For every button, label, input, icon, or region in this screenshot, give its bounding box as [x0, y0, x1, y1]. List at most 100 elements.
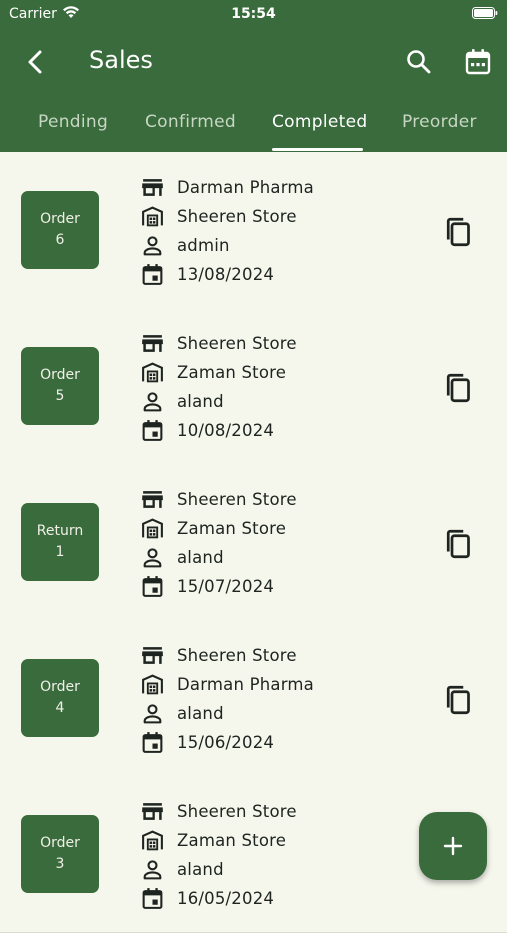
event-icon	[142, 575, 163, 597]
order-card[interactable]: Order 6 Darman Pharma Sheeren Store admi…	[0, 152, 507, 309]
order-date: 10/08/2024	[177, 420, 275, 440]
copy-icon[interactable]	[440, 214, 476, 250]
storefront-icon	[142, 646, 163, 664]
user-row: aland	[140, 387, 224, 415]
badge-number: 5	[55, 388, 65, 404]
user-name: aland	[177, 547, 224, 567]
user-row: aland	[140, 543, 224, 571]
badge-number: 1	[55, 544, 65, 560]
from-store: Sheeren Store	[177, 333, 297, 353]
active-tab-indicator	[272, 148, 363, 151]
warehouse-icon	[142, 674, 163, 694]
event-icon	[142, 731, 163, 753]
badge-type: Order	[40, 211, 80, 227]
page-title: Sales	[89, 46, 153, 74]
storefront-icon	[142, 178, 163, 196]
back-arrow-icon[interactable]	[20, 46, 52, 78]
from-store: Sheeren Store	[177, 801, 297, 821]
event-icon	[142, 263, 163, 285]
search-icon[interactable]	[403, 46, 435, 78]
date-row: 10/08/2024	[140, 416, 274, 444]
order-badge: Order 3	[21, 815, 99, 893]
badge-type: Order	[40, 679, 80, 695]
to-row: Darman Pharma	[140, 670, 314, 698]
battery-icon	[472, 7, 498, 19]
from-row: Sheeren Store	[140, 329, 297, 357]
order-date: 15/07/2024	[177, 576, 275, 596]
warehouse-icon	[142, 518, 163, 538]
order-badge: Order 6	[21, 191, 99, 269]
plus-icon	[443, 836, 463, 856]
to-row: Zaman Store	[140, 514, 286, 542]
from-row: Sheeren Store	[140, 641, 297, 669]
add-order-button[interactable]	[419, 812, 487, 880]
date-row: 15/07/2024	[140, 572, 274, 600]
person-icon	[143, 859, 162, 879]
user-name: aland	[177, 859, 224, 879]
order-badge: Order 5	[21, 347, 99, 425]
user-row: aland	[140, 699, 224, 727]
date-row: 15/06/2024	[140, 728, 274, 756]
order-date: 16/05/2024	[177, 888, 275, 908]
to-store: Zaman Store	[177, 362, 287, 382]
badge-number: 6	[55, 232, 65, 248]
person-icon	[143, 703, 162, 723]
to-row: Sheeren Store	[140, 202, 297, 230]
warehouse-icon	[142, 830, 163, 850]
to-store: Darman Pharma	[177, 674, 314, 694]
order-badge: Return 1	[21, 503, 99, 581]
from-row: Sheeren Store	[140, 797, 297, 825]
tab-completed[interactable]: Completed	[272, 112, 367, 132]
user-name: aland	[177, 391, 224, 411]
tab-pending[interactable]: Pending	[38, 112, 108, 132]
order-card[interactable]: Order 4 Sheeren Store Darman Pharma alan…	[0, 620, 507, 777]
calendar-icon[interactable]	[462, 46, 494, 78]
copy-icon[interactable]	[440, 370, 476, 406]
badge-type: Order	[40, 367, 80, 383]
person-icon	[143, 547, 162, 567]
status-bar: Carrier 15:54	[0, 0, 507, 28]
storefront-icon	[142, 334, 163, 352]
to-row: Zaman Store	[140, 358, 286, 386]
user-name: admin	[177, 235, 230, 255]
storefront-icon	[142, 802, 163, 820]
order-date: 15/06/2024	[177, 732, 275, 752]
user-row: aland	[140, 855, 224, 883]
to-store: Sheeren Store	[177, 206, 297, 226]
copy-icon[interactable]	[440, 526, 476, 562]
order-date: 13/08/2024	[177, 264, 275, 284]
order-card[interactable]: Return 1 Sheeren Store Zaman Store aland…	[0, 464, 507, 621]
from-row: Sheeren Store	[140, 485, 297, 513]
clock: 15:54	[231, 6, 276, 22]
user-name: aland	[177, 703, 224, 723]
tab-confirmed[interactable]: Confirmed	[145, 112, 236, 132]
user-row: admin	[140, 231, 230, 259]
to-store: Zaman Store	[177, 830, 287, 850]
badge-number: 4	[55, 700, 65, 716]
person-icon	[143, 391, 162, 411]
from-row: Darman Pharma	[140, 173, 314, 201]
event-icon	[142, 887, 163, 909]
warehouse-icon	[142, 206, 163, 226]
warehouse-icon	[142, 362, 163, 382]
from-store: Sheeren Store	[177, 645, 297, 665]
tab-preorder[interactable]: Preorder	[402, 112, 477, 132]
event-icon	[142, 419, 163, 441]
date-row: 13/08/2024	[140, 260, 274, 288]
order-badge: Order 4	[21, 659, 99, 737]
from-store: Sheeren Store	[177, 489, 297, 509]
badge-type: Order	[40, 835, 80, 851]
tab-bar: Pending Confirmed Completed Preorder	[0, 98, 507, 152]
to-store: Zaman Store	[177, 518, 287, 538]
toolbar: Sales	[0, 40, 507, 84]
copy-icon[interactable]	[440, 682, 476, 718]
badge-type: Return	[36, 523, 84, 539]
storefront-icon	[142, 490, 163, 508]
to-row: Zaman Store	[140, 826, 286, 854]
app-bar: Carrier 15:54 Sales Pending Confirmed Co…	[0, 0, 507, 152]
badge-number: 3	[55, 856, 65, 872]
person-icon	[143, 235, 162, 255]
date-row: 16/05/2024	[140, 884, 274, 912]
from-store: Darman Pharma	[177, 177, 314, 197]
order-card[interactable]: Order 5 Sheeren Store Zaman Store aland …	[0, 308, 507, 465]
